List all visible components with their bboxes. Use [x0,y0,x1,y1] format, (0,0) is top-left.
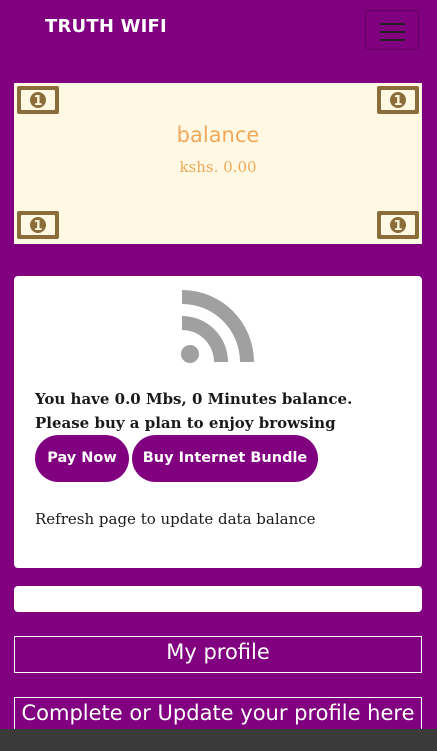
svg-text:1: 1 [393,94,402,109]
hamburger-menu-button[interactable] [365,10,419,50]
svg-text:1: 1 [33,94,42,109]
balance-title: balance [176,123,260,147]
refresh-note: Refresh page to update data balance [35,510,316,528]
brand-title[interactable]: TRUTH WIFI [45,16,167,37]
money-bill-icon: 1 [17,86,59,114]
money-bill-icon: 1 [377,211,419,239]
hamburger-bar [380,31,405,33]
bottom-system-bar [0,729,437,751]
rss-icon [181,290,254,363]
svg-text:1: 1 [393,219,402,234]
pay-now-button[interactable]: Pay Now [35,435,129,482]
data-balance-card: You have 0.0 Mbs, 0 Minutes balance. Ple… [14,276,422,568]
money-bill-icon: 1 [377,86,419,114]
buy-internet-bundle-button[interactable]: Buy Internet Bundle [132,435,318,482]
balance-card: 1 1 1 1 balance kshs. 0.00 [14,83,422,244]
money-bill-icon: 1 [17,211,59,239]
svg-text:1: 1 [33,219,42,234]
hamburger-menu-icon [380,23,405,25]
buy-plan-prompt: Please buy a plan to enjoy browsing [35,414,336,432]
balance-amount: kshs. 0.00 [179,158,257,176]
my-profile-button[interactable]: My profile [14,636,422,673]
balance-summary-text: You have 0.0 Mbs, 0 Minutes balance. [35,390,353,408]
hamburger-bar [380,39,405,41]
navbar: TRUTH WIFI [0,0,437,60]
empty-card [14,586,422,612]
